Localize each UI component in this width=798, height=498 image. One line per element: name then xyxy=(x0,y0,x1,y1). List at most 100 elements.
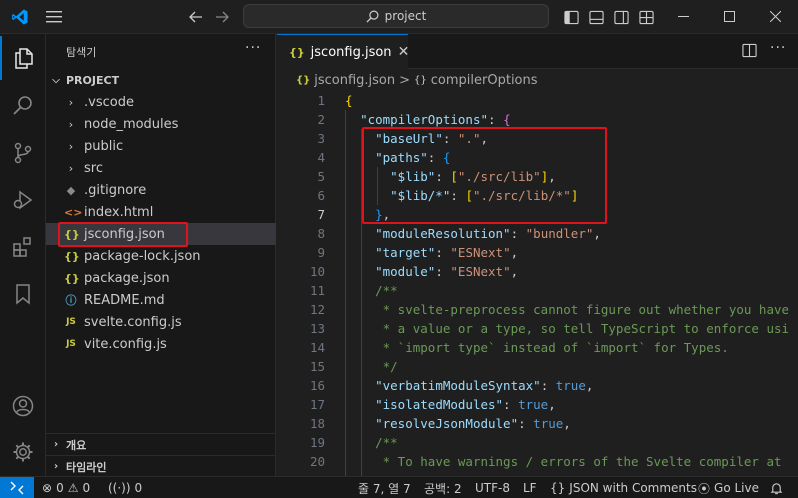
tab-jsconfig-json[interactable]: {} jsconfig.json ✕ xyxy=(277,34,410,69)
customize-layout-icon[interactable] xyxy=(636,7,656,27)
breadcrumb-file[interactable]: jsconfig.json xyxy=(314,73,395,88)
outline-section-header[interactable]: › 개요 xyxy=(46,433,276,455)
toggle-primary-sidebar-icon[interactable] xyxy=(561,7,581,27)
run-debug-activity[interactable] xyxy=(0,178,46,222)
tree-file-index-html[interactable]: <> index.html xyxy=(46,201,276,223)
search-icon xyxy=(366,10,379,23)
tree-file-readme[interactable]: ⓘ README.md xyxy=(46,289,276,311)
tree-file-package-lock-json[interactable]: {} package-lock.json xyxy=(46,245,276,267)
tree-folder-vscode[interactable]: › .vscode xyxy=(46,91,276,113)
code-line-12: * svelte-preprocess cannot figure out wh… xyxy=(375,302,790,317)
gear-icon xyxy=(13,442,33,462)
minimize-icon xyxy=(677,15,689,17)
project-section-header[interactable]: ⌵ PROJECT xyxy=(46,69,276,91)
tree-item-label: vite.config.js xyxy=(84,336,167,352)
split-editor-icon[interactable] xyxy=(742,43,757,62)
maximize-button[interactable] xyxy=(706,0,752,32)
tree-file-vite-config[interactable]: JS vite.config.js xyxy=(46,333,276,355)
cursor-position[interactable]: 줄 7, 열 7 xyxy=(358,477,411,498)
tree-item-label: public xyxy=(84,138,124,154)
close-tab-icon[interactable]: ✕ xyxy=(398,44,410,60)
bookmark-icon xyxy=(16,284,30,305)
remote-indicator-button[interactable] xyxy=(0,477,34,498)
search-text: project xyxy=(384,9,427,23)
code-line-4: "paths": { xyxy=(375,150,451,165)
line-number: 5 xyxy=(317,169,325,184)
sidebar-more-button[interactable]: ··· xyxy=(245,40,261,56)
code-editor[interactable]: 1 2 3 4 5 6 7 8 9 10 11 12 13 14 15 16 1… xyxy=(277,91,798,476)
ports-indicator[interactable]: ((·)) 0 xyxy=(108,477,142,498)
line-number: 1 xyxy=(317,93,325,108)
toggle-secondary-sidebar-icon[interactable] xyxy=(611,7,631,27)
encoding[interactable]: UTF-8 xyxy=(475,477,510,498)
tree-item-label: package-lock.json xyxy=(84,248,201,264)
line-number: 13 xyxy=(309,321,325,336)
bookmarks-activity[interactable] xyxy=(0,272,46,316)
chevron-right-icon: › xyxy=(68,161,74,175)
tree-folder-public[interactable]: › public xyxy=(46,135,276,157)
toggle-panel-icon[interactable] xyxy=(586,7,606,27)
git-file-icon: ◆ xyxy=(66,183,76,197)
tree-file-gitignore[interactable]: ◆ .gitignore xyxy=(46,179,276,201)
code-line-19: /** xyxy=(375,435,398,450)
forward-arrow-icon[interactable] xyxy=(212,7,232,27)
breadcrumb: {} jsconfig.json > {} compilerOptions xyxy=(277,69,798,91)
tree-folder-src[interactable]: › src xyxy=(46,157,276,179)
editor-tabs: {} jsconfig.json ✕ ··· xyxy=(277,34,798,69)
more-actions-icon[interactable]: ··· xyxy=(770,40,786,56)
warning-count: 0 xyxy=(82,481,91,495)
indentation[interactable]: 공백: 2 xyxy=(424,477,462,498)
html-file-icon: <> xyxy=(64,205,83,219)
problems-indicator[interactable]: ⊗ 0 ⚠ 0 xyxy=(42,477,90,498)
end-of-line[interactable]: LF xyxy=(523,477,537,498)
line-number: 12 xyxy=(309,302,325,317)
bell-icon xyxy=(770,482,783,494)
tree-file-svelte-config[interactable]: JS svelte.config.js xyxy=(46,311,276,333)
chevron-right-icon: › xyxy=(53,461,59,472)
code-line-18: "resolveJsonModule": true, xyxy=(375,416,571,431)
language-mode[interactable]: {} JSON with Comments xyxy=(550,477,697,498)
breadcrumb-symbol[interactable]: compilerOptions xyxy=(431,73,538,88)
tree-folder-node-modules[interactable]: › node_modules xyxy=(46,113,276,135)
line-number-gutter: 1 2 3 4 5 6 7 8 9 10 11 12 13 14 15 16 1… xyxy=(277,91,325,476)
code-line-7: }, xyxy=(375,207,391,222)
json-file-icon: {} xyxy=(64,271,80,285)
code-line-2: "compilerOptions": { xyxy=(360,112,511,127)
tree-file-package-json[interactable]: {} package.json xyxy=(46,267,276,289)
chevron-right-icon: › xyxy=(68,95,74,109)
line-number: 16 xyxy=(309,378,325,393)
tree-item-label: .vscode xyxy=(84,94,134,110)
code-line-9: "target": "ESNext", xyxy=(375,245,519,260)
warning-icon: ⚠ xyxy=(67,481,79,495)
timeline-section-header[interactable]: › 타임라인 xyxy=(46,455,276,477)
source-control-icon xyxy=(14,142,32,164)
tree-item-label: node_modules xyxy=(84,116,179,132)
line-number: 19 xyxy=(309,435,325,450)
js-file-icon: JS xyxy=(66,339,76,349)
minimize-button[interactable] xyxy=(660,0,706,32)
chevron-right-icon: › xyxy=(53,439,59,450)
search-activity[interactable] xyxy=(0,84,46,128)
broadcast-icon: ((·)) xyxy=(108,481,131,495)
accounts-activity[interactable] xyxy=(0,384,46,428)
menu-icon[interactable] xyxy=(44,7,64,27)
timeline-label: 타임라인 xyxy=(66,460,107,474)
source-control-activity[interactable] xyxy=(0,131,46,175)
close-window-button[interactable] xyxy=(752,0,798,32)
go-live-button[interactable]: ⦿ Go Live xyxy=(698,477,759,498)
code-line-5: "$lib": ["./src/lib"], xyxy=(390,169,556,184)
notifications-button[interactable] xyxy=(770,477,783,498)
tree-file-jsconfig-json[interactable]: {} jsconfig.json xyxy=(46,223,276,245)
tree-item-label: jsconfig.json xyxy=(84,226,165,242)
run-debug-icon xyxy=(13,190,33,210)
language-label: JSON with Comments xyxy=(569,481,697,495)
code-line-1: { xyxy=(345,93,353,108)
command-center-search[interactable]: project xyxy=(243,4,549,28)
back-arrow-icon[interactable] xyxy=(186,7,206,27)
extensions-activity[interactable] xyxy=(0,225,46,269)
manage-activity[interactable] xyxy=(0,430,46,474)
code-line-8: "moduleResolution": "bundler", xyxy=(375,226,601,241)
account-icon xyxy=(12,395,34,417)
code-line-20: * To have warnings / errors of the Svelt… xyxy=(375,454,782,469)
explorer-activity[interactable] xyxy=(0,36,46,80)
